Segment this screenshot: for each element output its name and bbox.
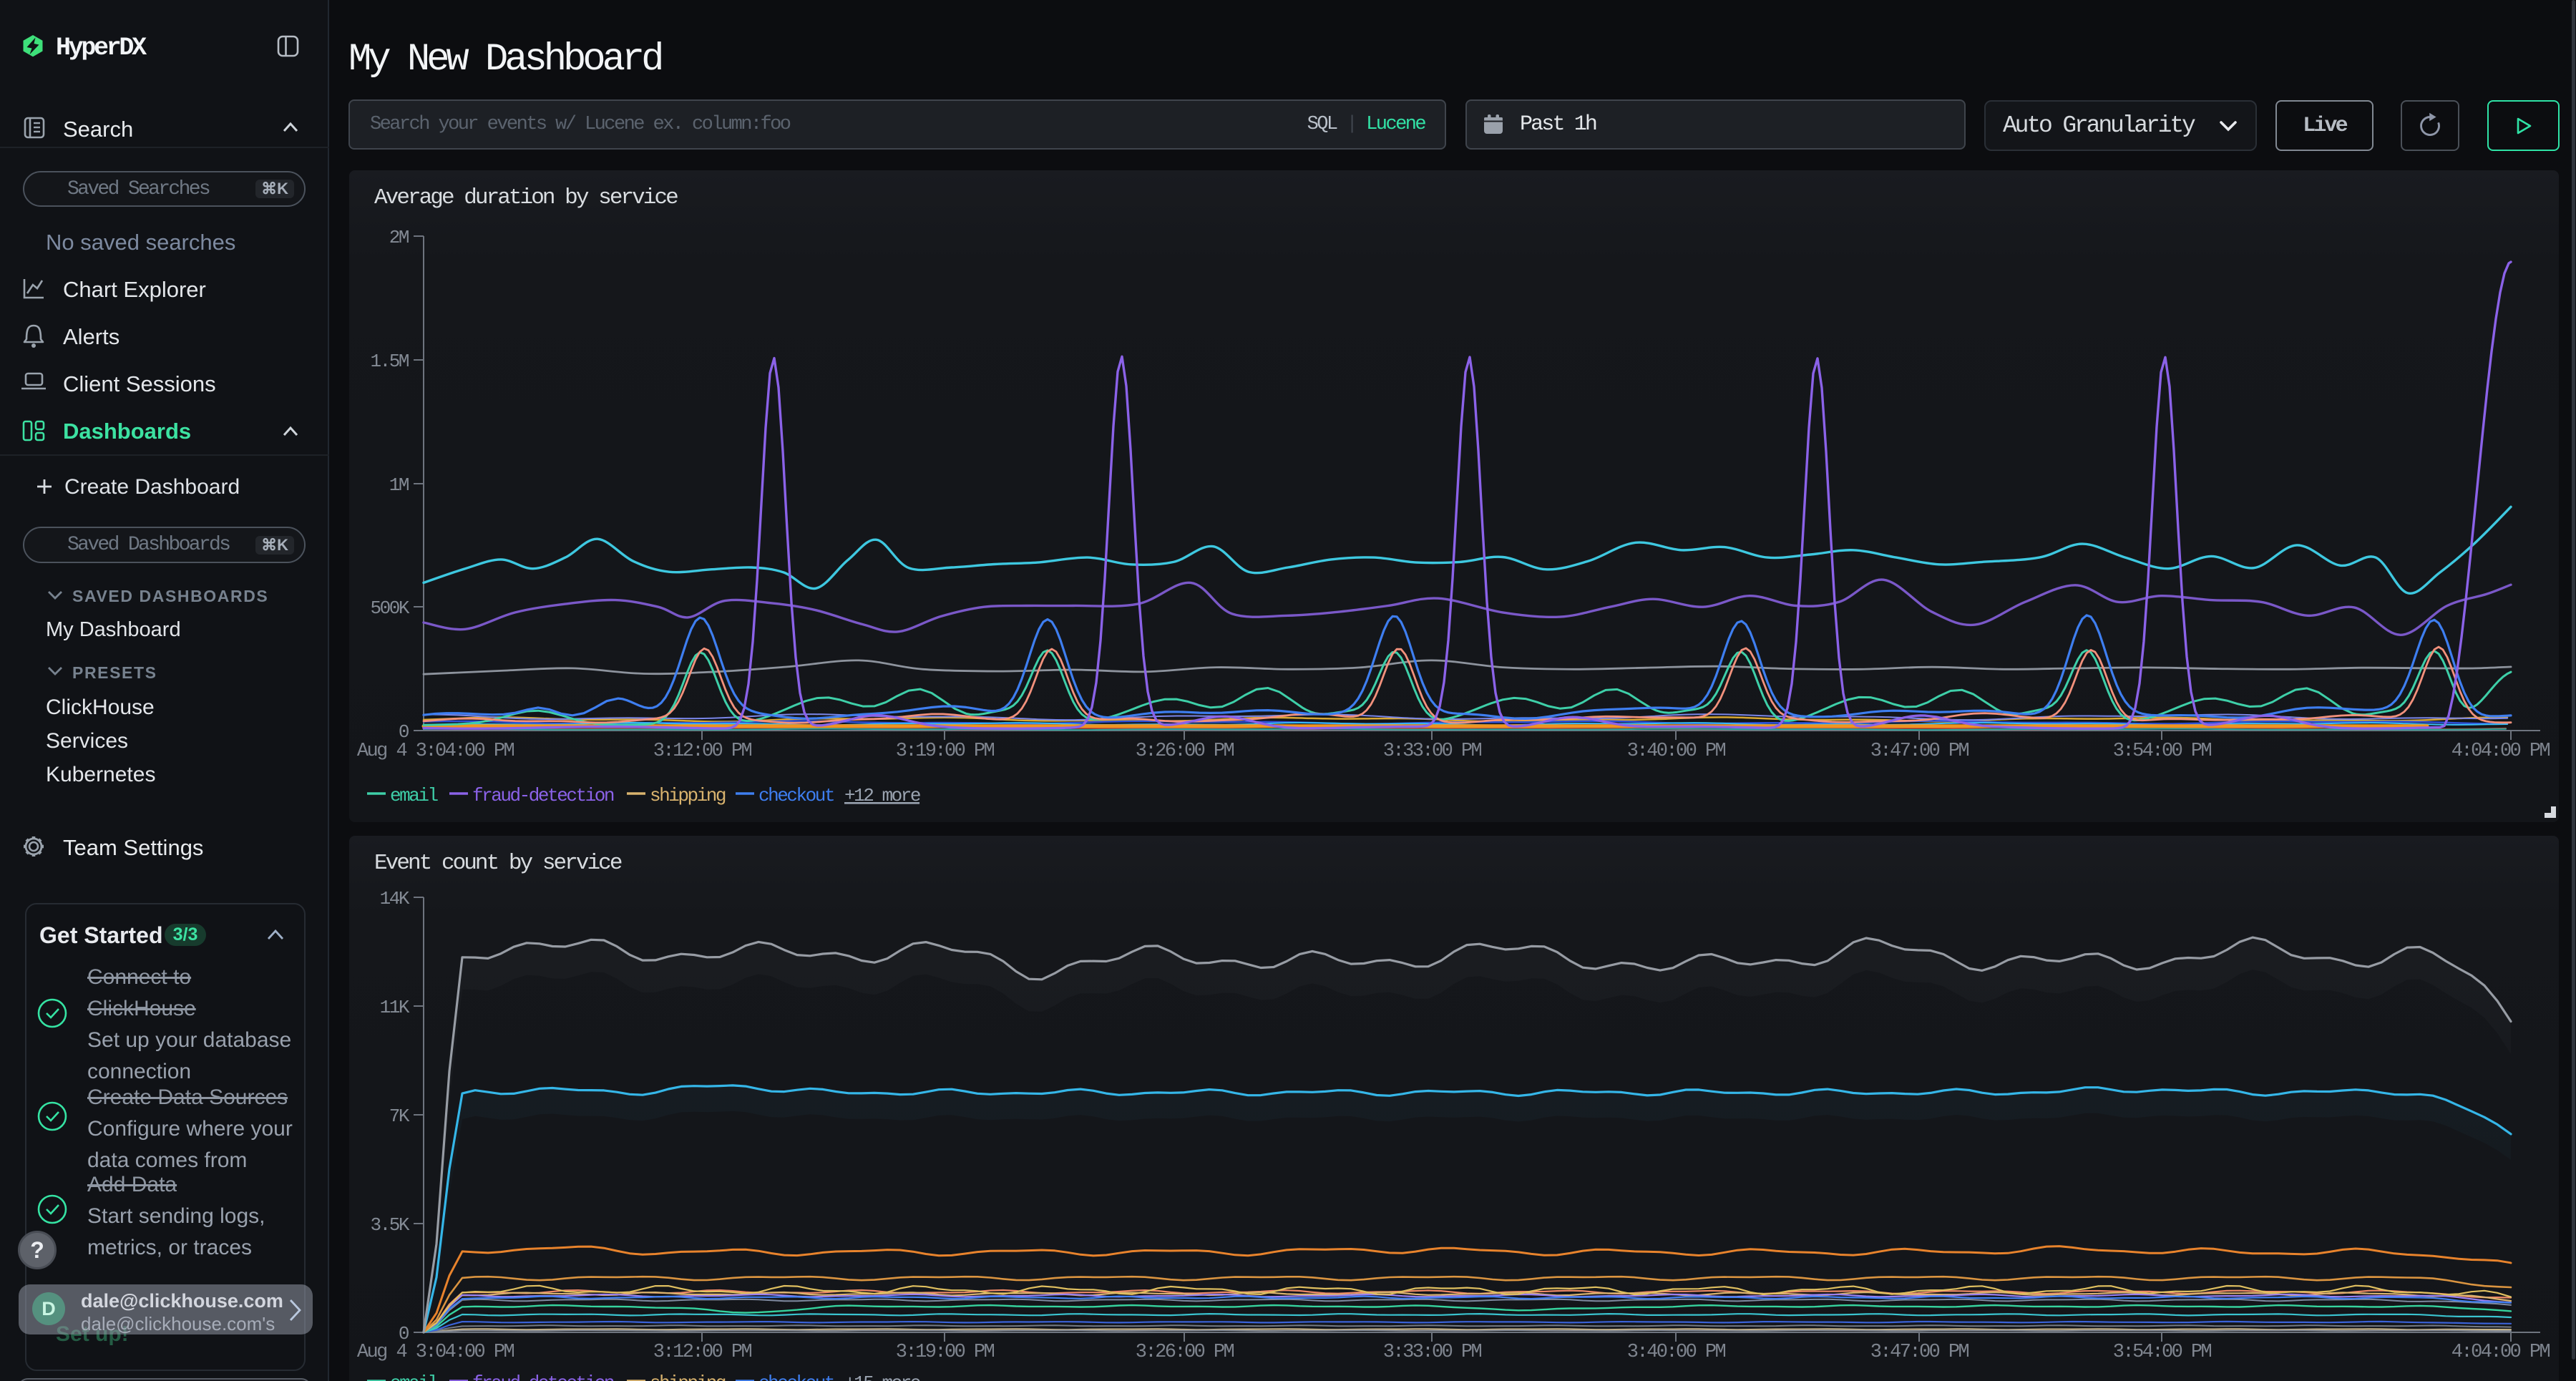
svg-text:4:04:00 PM: 4:04:00 PM — [2451, 1342, 2550, 1363]
svg-text:500K: 500K — [370, 597, 409, 619]
svg-text:0: 0 — [399, 721, 409, 743]
svg-text:3:19:00 PM: 3:19:00 PM — [896, 1342, 995, 1363]
svg-text:3:40:00 PM: 3:40:00 PM — [1627, 1342, 1726, 1363]
svg-text:+12 more: +12 more — [844, 785, 920, 806]
svg-text:4:04:00 PM: 4:04:00 PM — [2451, 741, 2550, 762]
svg-text:fraud-detection: fraud-detection — [472, 1372, 614, 1381]
svg-text:checkout: checkout — [758, 1372, 834, 1381]
svg-text:3:12:00 PM: 3:12:00 PM — [653, 741, 752, 762]
svg-text:email: email — [390, 785, 439, 806]
svg-text:3:33:00 PM: 3:33:00 PM — [1383, 1342, 1482, 1363]
svg-text:3:26:00 PM: 3:26:00 PM — [1136, 741, 1234, 762]
svg-text:1.5M: 1.5M — [370, 351, 408, 372]
svg-text:2M: 2M — [389, 227, 409, 248]
svg-text:shipping: shipping — [650, 1372, 726, 1381]
svg-text:3:47:00 PM: 3:47:00 PM — [1870, 741, 1969, 762]
svg-text:7K: 7K — [389, 1106, 410, 1127]
svg-text:+15 more: +15 more — [844, 1372, 920, 1381]
svg-text:3:12:00 PM: 3:12:00 PM — [653, 1342, 752, 1363]
svg-text:3:26:00 PM: 3:26:00 PM — [1136, 1342, 1234, 1363]
svg-text:Aug 4 3:04:00 PM: Aug 4 3:04:00 PM — [357, 1342, 514, 1363]
svg-text:14K: 14K — [380, 888, 410, 909]
svg-text:Aug 4 3:04:00 PM: Aug 4 3:04:00 PM — [357, 741, 514, 762]
svg-text:1M: 1M — [389, 474, 409, 496]
svg-text:3:19:00 PM: 3:19:00 PM — [896, 741, 995, 762]
svg-text:3:40:00 PM: 3:40:00 PM — [1627, 741, 1726, 762]
svg-text:3.5K: 3.5K — [370, 1214, 409, 1236]
svg-text:checkout: checkout — [758, 785, 834, 806]
svg-text:shipping: shipping — [650, 785, 726, 806]
svg-text:3:47:00 PM: 3:47:00 PM — [1870, 1342, 1969, 1363]
svg-text:email: email — [390, 1372, 439, 1381]
svg-text:3:54:00 PM: 3:54:00 PM — [2113, 1342, 2212, 1363]
svg-text:fraud-detection: fraud-detection — [472, 785, 614, 806]
svg-text:11K: 11K — [380, 997, 410, 1018]
svg-text:3:54:00 PM: 3:54:00 PM — [2113, 741, 2212, 762]
svg-text:3:33:00 PM: 3:33:00 PM — [1383, 741, 1482, 762]
